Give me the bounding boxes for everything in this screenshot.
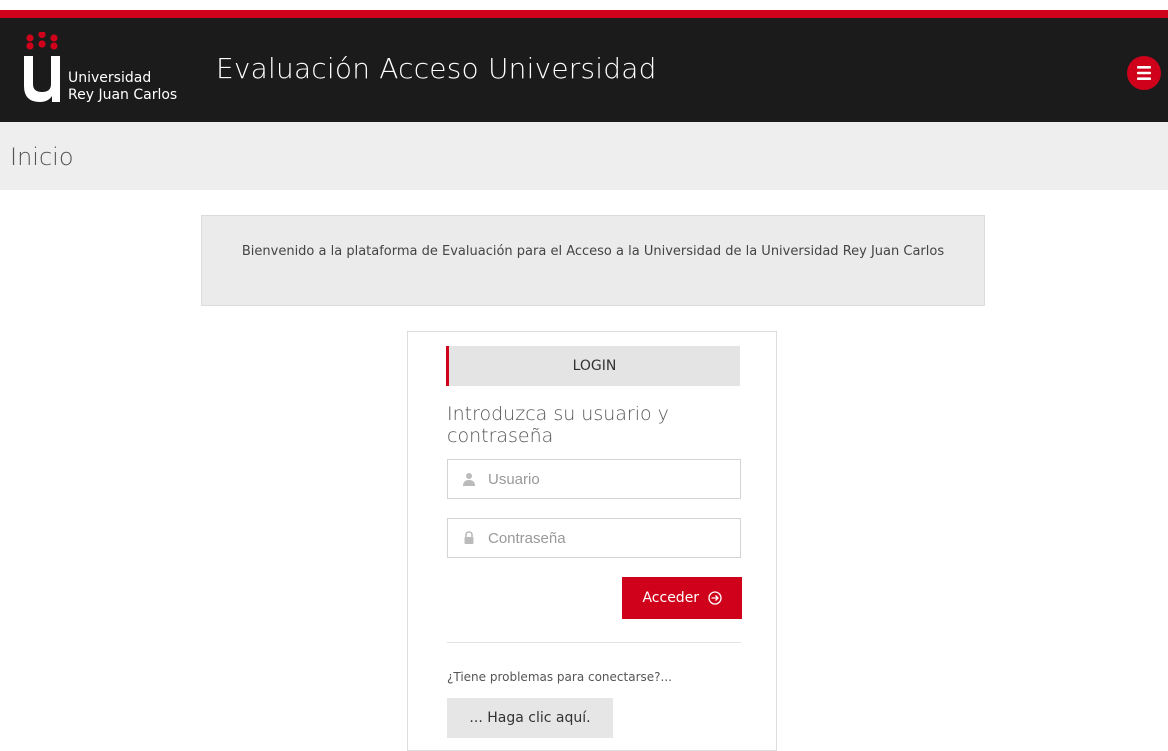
password-input[interactable] [488,519,728,557]
hamburger-menu-icon [1137,66,1151,80]
page-title: Inicio [10,143,74,171]
login-card: LOGIN Introduzca su usuario y contraseña… [407,331,777,751]
university-name-line1: Universidad [68,70,152,86]
username-input[interactable] [488,460,728,498]
username-field[interactable] [447,459,741,499]
menu-button[interactable] [1127,56,1161,90]
welcome-text: Bienvenido a la plataforma de Evaluación… [241,244,945,259]
site-header: Universidad Rey Juan Carlos Evaluación A… [0,18,1168,122]
help-button[interactable]: ... Haga clic aquí. [447,698,613,738]
user-icon [463,473,475,486]
welcome-banner: Bienvenido a la plataforma de Evaluación… [201,215,985,306]
help-prompt: ¿Tiene problemas para conectarse?... [447,670,672,684]
submit-button[interactable]: Acceder [622,577,742,619]
app-title: Evaluación Acceso Universidad [216,52,657,85]
login-heading: Introduzca su usuario y contraseña [447,403,669,447]
circle-arrow-right-icon [707,591,722,605]
submit-button-label: Acceder [642,590,700,606]
university-name: Universidad Rey Juan Carlos [68,70,177,104]
top-strip [0,0,1168,10]
page-title-bar: Inicio [0,122,1168,190]
login-divider [447,642,741,643]
university-name-line2: Rey Juan Carlos [68,87,178,103]
lock-icon [464,531,474,544]
login-tab[interactable]: LOGIN [446,346,740,386]
urjc-u-logo-icon [22,30,62,102]
password-field[interactable] [447,518,741,558]
university-logo[interactable]: Universidad Rey Juan Carlos [22,30,192,104]
brand-accent-bar [0,10,1168,18]
